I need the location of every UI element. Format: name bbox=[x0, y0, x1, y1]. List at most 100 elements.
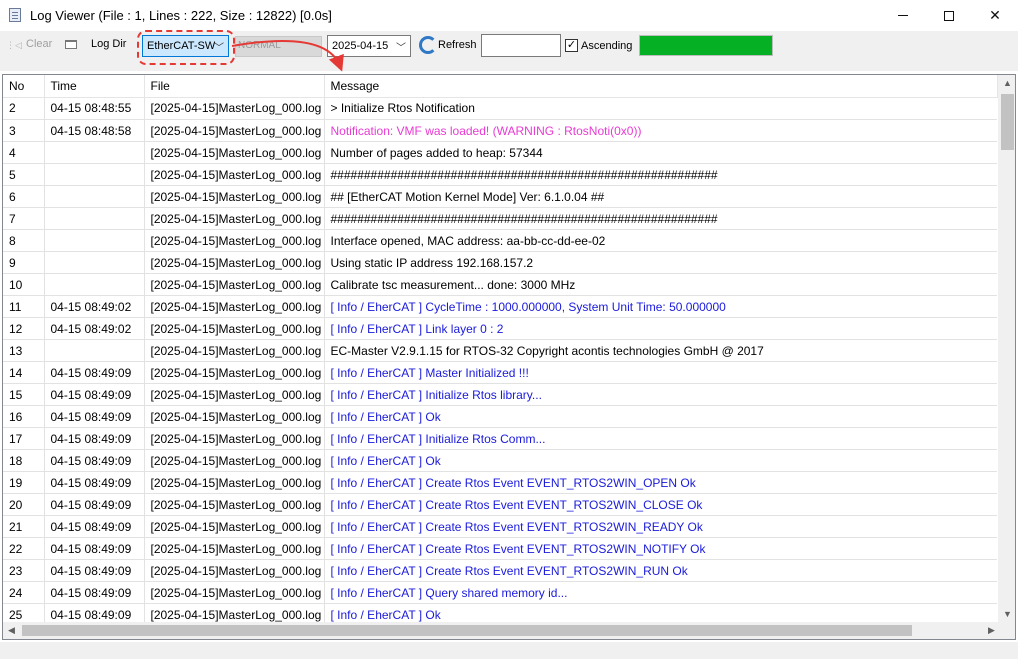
row-message-cell: > Initialize Rtos Notification bbox=[324, 97, 997, 120]
row-no-cell: 19 bbox=[3, 471, 45, 494]
row-no-cell: 20 bbox=[3, 493, 45, 516]
table-row[interactable]: 21 04-15 08:49:09 [2025-04-15]MasterLog_00… bbox=[3, 515, 997, 538]
row-time-cell bbox=[44, 207, 145, 230]
row-message-cell: [ Info / EherCAT ] Create Rtos Event EVE… bbox=[324, 515, 997, 538]
table-row[interactable]: 5 [2025-04-15]MasterLog_000.log ##########… bbox=[3, 163, 997, 186]
row-message-cell: [ Info / EherCAT ] Ok bbox=[324, 449, 997, 472]
row-message-cell: ########################################… bbox=[324, 207, 997, 230]
table-row[interactable]: 15 04-15 08:49:09 [2025-04-15]MasterLog_00… bbox=[3, 383, 997, 406]
row-time-cell: 04-15 08:49:09 bbox=[44, 537, 145, 560]
row-file-cell: [2025-04-15]MasterLog_000.log bbox=[144, 207, 325, 230]
table-row[interactable]: 24 04-15 08:49:09 [2025-04-15]MasterLog_00… bbox=[3, 581, 997, 604]
horizontal-scrollbar[interactable]: ◀ ▶ bbox=[3, 622, 1000, 639]
row-time-cell: 04-15 08:49:09 bbox=[44, 361, 145, 384]
window-title: Log Viewer (File : 1, Lines : 222, Size … bbox=[30, 8, 332, 23]
row-time-cell bbox=[44, 163, 145, 186]
table-row[interactable]: 10 [2025-04-15]MasterLog_000.log Calibrate… bbox=[3, 273, 997, 296]
table-row[interactable]: 11 04-15 08:49:02 [2025-04-15]MasterLog_00… bbox=[3, 295, 997, 318]
table-row[interactable]: 12 04-15 08:49:02 [2025-04-15]MasterLog_00… bbox=[3, 317, 997, 340]
row-time-cell: 04-15 08:49:09 bbox=[44, 515, 145, 538]
row-time-cell: 04-15 08:49:09 bbox=[44, 559, 145, 582]
row-file-cell: [2025-04-15]MasterLog_000.log bbox=[144, 383, 325, 406]
row-file-cell: [2025-04-15]MasterLog_000.log bbox=[144, 405, 325, 428]
horizontal-scroll-thumb[interactable] bbox=[22, 625, 912, 636]
table-row[interactable]: 23 04-15 08:49:09 [2025-04-15]MasterLog_00… bbox=[3, 559, 997, 582]
row-message-cell: [ Info / EherCAT ] Create Rtos Event EVE… bbox=[324, 537, 997, 560]
table-row[interactable]: 4 [2025-04-15]MasterLog_000.log Number of … bbox=[3, 141, 997, 164]
status-bar bbox=[0, 642, 1018, 659]
row-no-cell: 18 bbox=[3, 449, 45, 472]
row-file-cell: [2025-04-15]MasterLog_000.log bbox=[144, 427, 325, 450]
scroll-down-icon[interactable]: ▼ bbox=[999, 606, 1015, 623]
row-message-cell: ########################################… bbox=[324, 163, 997, 186]
row-no-cell: 17 bbox=[3, 427, 45, 450]
table-row[interactable]: 14 04-15 08:49:09 [2025-04-15]MasterLog_00… bbox=[3, 361, 997, 384]
refresh-button[interactable]: Refresh bbox=[438, 39, 477, 51]
close-icon: ✕ bbox=[989, 7, 1001, 24]
row-time-cell: 04-15 08:49:09 bbox=[44, 383, 145, 406]
row-message-cell: Using static IP address 192.168.157.2 bbox=[324, 251, 997, 274]
table-row[interactable]: 22 04-15 08:49:09 [2025-04-15]MasterLog_00… bbox=[3, 537, 997, 560]
close-button[interactable]: ✕ bbox=[972, 0, 1018, 31]
scroll-corner bbox=[998, 622, 1015, 639]
table-row[interactable]: 3 04-15 08:48:58 [2025-04-15]MasterLog_000… bbox=[3, 119, 997, 142]
row-file-cell: [2025-04-15]MasterLog_000.log bbox=[144, 537, 325, 560]
vertical-scrollbar[interactable]: ▲ ▼ bbox=[998, 75, 1015, 623]
row-no-cell: 8 bbox=[3, 229, 45, 252]
table-row[interactable]: 2 04-15 08:48:55 [2025-04-15]MasterLog_000… bbox=[3, 97, 997, 120]
column-header-file[interactable]: File bbox=[144, 75, 325, 98]
row-file-cell: [2025-04-15]MasterLog_000.log bbox=[144, 317, 325, 340]
highlight-annotation bbox=[137, 30, 235, 65]
date-select[interactable]: 2025-04-15 ﹀ bbox=[327, 35, 411, 57]
row-no-cell: 15 bbox=[3, 383, 45, 406]
table-row[interactable]: 19 04-15 08:49:09 [2025-04-15]MasterLog_00… bbox=[3, 471, 997, 494]
row-message-cell: [ Info / EherCAT ] Initialize Rtos libra… bbox=[324, 383, 997, 406]
document-icon bbox=[9, 8, 21, 22]
table-row[interactable]: 13 [2025-04-15]MasterLog_000.log EC-Master… bbox=[3, 339, 997, 362]
table-row[interactable]: 20 04-15 08:49:09 [2025-04-15]MasterLog_00… bbox=[3, 493, 997, 516]
row-time-cell: 04-15 08:49:09 bbox=[44, 493, 145, 516]
row-no-cell: 4 bbox=[3, 141, 45, 164]
row-file-cell: [2025-04-15]MasterLog_000.log bbox=[144, 97, 325, 120]
row-time-cell: 04-15 08:49:02 bbox=[44, 317, 145, 340]
table-row[interactable]: 6 [2025-04-15]MasterLog_000.log ## [EtherC… bbox=[3, 185, 997, 208]
maximize-button[interactable] bbox=[926, 0, 972, 31]
row-message-cell: [ Info / EherCAT ] Query shared memory i… bbox=[324, 581, 997, 604]
table-row[interactable]: 9 [2025-04-15]MasterLog_000.log Using stat… bbox=[3, 251, 997, 274]
row-message-cell: ## [EtherCAT Motion Kernel Mode] Ver: 6.… bbox=[324, 185, 997, 208]
row-file-cell: [2025-04-15]MasterLog_000.log bbox=[144, 515, 325, 538]
table-row[interactable]: 7 [2025-04-15]MasterLog_000.log ##########… bbox=[3, 207, 997, 230]
column-header-message[interactable]: Message bbox=[324, 75, 998, 98]
scroll-left-icon[interactable]: ◀ bbox=[3, 622, 20, 639]
table-row[interactable]: 8 [2025-04-15]MasterLog_000.log Interface … bbox=[3, 229, 997, 252]
minimize-button[interactable] bbox=[880, 0, 926, 31]
row-file-cell: [2025-04-15]MasterLog_000.log bbox=[144, 471, 325, 494]
table-row[interactable]: 16 04-15 08:49:09 [2025-04-15]MasterLog_00… bbox=[3, 405, 997, 428]
row-message-cell: [ Info / EherCAT ] Link layer 0 : 2 bbox=[324, 317, 997, 340]
column-header-time[interactable]: Time bbox=[44, 75, 145, 98]
table-row[interactable]: 18 04-15 08:49:09 [2025-04-15]MasterLog_00… bbox=[3, 449, 997, 472]
row-file-cell: [2025-04-15]MasterLog_000.log bbox=[144, 449, 325, 472]
row-no-cell: 12 bbox=[3, 317, 45, 340]
ascending-checkbox[interactable]: ✓ bbox=[565, 39, 578, 52]
row-time-cell: 04-15 08:49:09 bbox=[44, 471, 145, 494]
row-no-cell: 6 bbox=[3, 185, 45, 208]
clear-button[interactable]: Clear bbox=[26, 38, 52, 50]
mode-field: NORMAL bbox=[235, 36, 322, 57]
row-no-cell: 9 bbox=[3, 251, 45, 274]
log-dir-button[interactable]: Log Dir bbox=[91, 38, 126, 50]
scroll-up-icon[interactable]: ▲ bbox=[999, 75, 1015, 92]
column-header-no[interactable]: No bbox=[3, 75, 45, 98]
filter-input[interactable] bbox=[481, 34, 561, 57]
row-file-cell: [2025-04-15]MasterLog_000.log bbox=[144, 163, 325, 186]
table-row[interactable]: 17 04-15 08:49:09 [2025-04-15]MasterLog_00… bbox=[3, 427, 997, 450]
row-time-cell bbox=[44, 251, 145, 274]
minimize-icon bbox=[898, 15, 908, 16]
eraser-icon: ⋮◁ bbox=[6, 40, 22, 50]
vertical-scroll-thumb[interactable] bbox=[1001, 94, 1014, 150]
row-file-cell: [2025-04-15]MasterLog_000.log bbox=[144, 339, 325, 362]
refresh-icon[interactable] bbox=[419, 36, 437, 54]
row-no-cell: 2 bbox=[3, 97, 45, 120]
row-no-cell: 23 bbox=[3, 559, 45, 582]
row-file-cell: [2025-04-15]MasterLog_000.log bbox=[144, 251, 325, 274]
